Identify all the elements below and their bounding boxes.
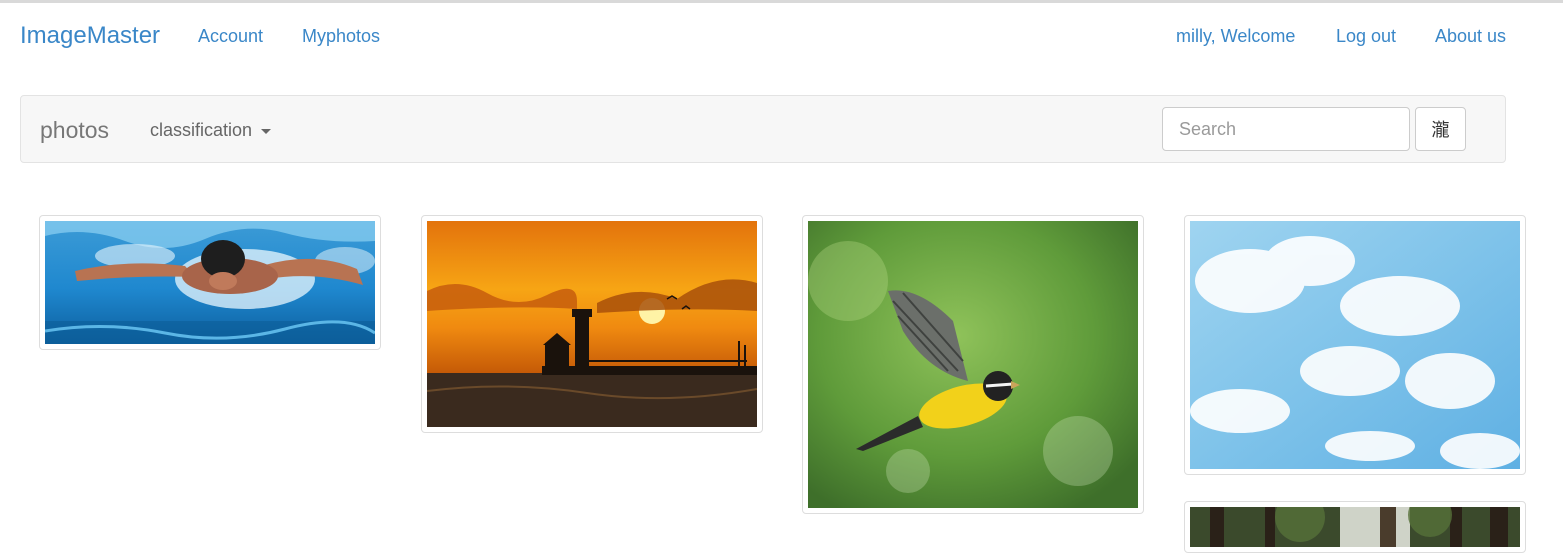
- search-button[interactable]: 瀧: [1415, 107, 1466, 151]
- photo-thumbnail-swimmer[interactable]: [39, 215, 381, 350]
- swimmer-image: [45, 221, 375, 344]
- caret-down-icon: [261, 128, 272, 134]
- photo-thumbnail-sky[interactable]: [1184, 215, 1526, 475]
- classification-label: classification: [150, 119, 253, 140]
- brand-link[interactable]: ImageMaster: [20, 22, 160, 50]
- sky-image: [1190, 221, 1520, 469]
- photo-thumbnail-trees[interactable]: [1184, 501, 1526, 553]
- photos-toolbar: photos classification 瀧: [20, 95, 1506, 163]
- search-button-glyph: 瀧: [1431, 120, 1450, 141]
- classification-dropdown[interactable]: classification: [150, 118, 272, 142]
- about-us-link[interactable]: About us: [1435, 25, 1506, 47]
- bird-image: [808, 221, 1138, 508]
- user-greeting-link[interactable]: milly, Welcome: [1176, 25, 1295, 47]
- photo-thumbnail-bird[interactable]: [802, 215, 1144, 514]
- logout-link[interactable]: Log out: [1336, 25, 1396, 47]
- top-border: [0, 0, 1563, 3]
- nav-myphotos-link[interactable]: Myphotos: [302, 25, 380, 47]
- trees-image: [1190, 507, 1520, 547]
- search-input[interactable]: [1162, 107, 1410, 151]
- toolbar-title: photos: [40, 117, 110, 143]
- lighthouse-sunset-image: [427, 221, 757, 427]
- photo-thumbnail-lighthouse[interactable]: [421, 215, 763, 433]
- nav-account-link[interactable]: Account: [198, 25, 263, 47]
